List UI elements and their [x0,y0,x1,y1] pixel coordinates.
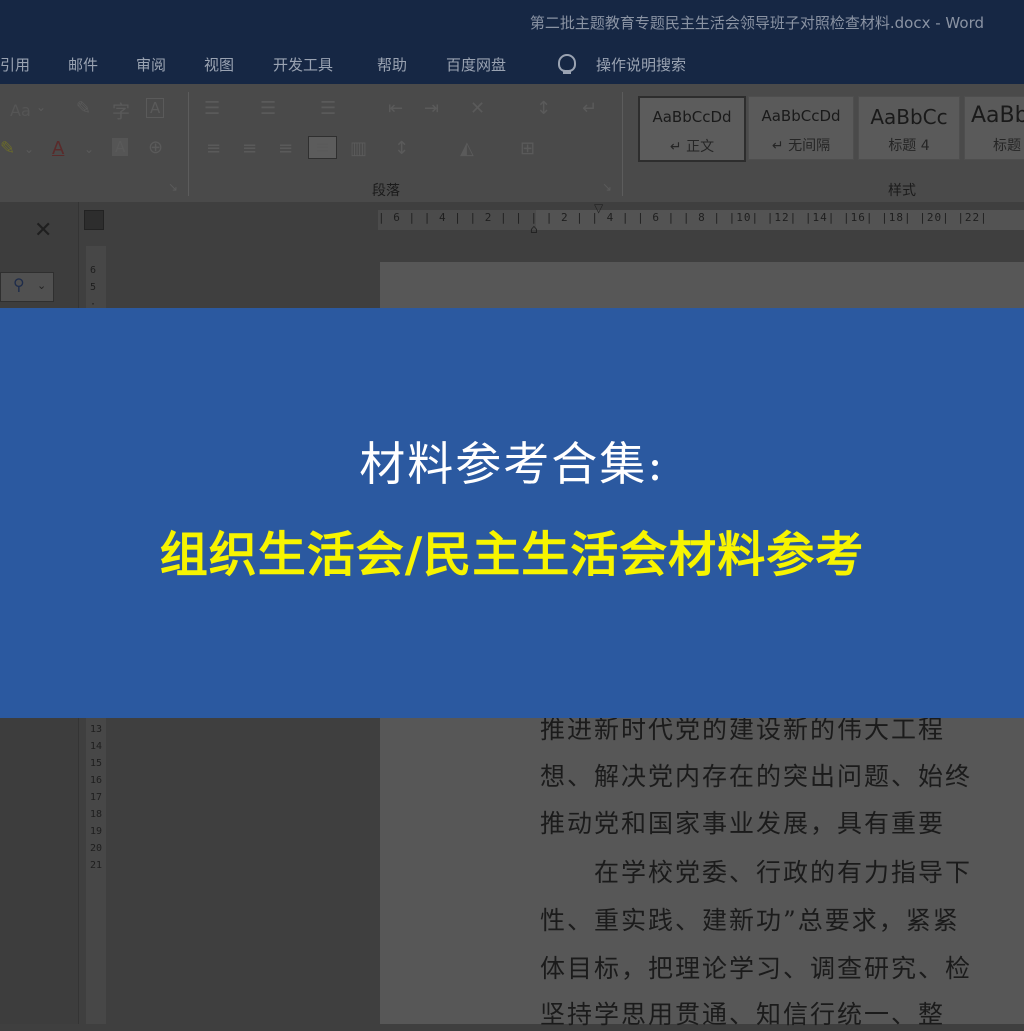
align-center-icon[interactable]: ≡ [242,138,257,159]
vertical-ruler-tick: 14 [90,741,103,752]
numbering-icon[interactable]: ☰ [260,98,276,119]
style-sample: AaBbCcDd [652,108,732,126]
banner-title: 组织生活会/民主生活会材料参考 [159,527,865,583]
vertical-ruler-tick: 13 [90,724,103,735]
document-line: 坚持学思用贯通、知信行统一、整 [540,1000,946,1029]
tell-me-search[interactable]: 操作说明搜索 [596,54,686,75]
ribbon-tab-bar: 引用 邮件 审阅 视图 开发工具 帮助 百度网盘 操作说明搜索 [0,44,1024,84]
phonetic-guide-icon[interactable]: 字 [112,98,130,124]
style-title[interactable]: AaBb 标题 [964,96,1024,160]
tab-references[interactable]: 引用 [0,54,30,75]
vertical-ruler-tick: 17 [90,792,103,803]
vertical-ruler-tick: 20 [90,843,103,854]
clear-format-icon[interactable]: ✎ [76,98,91,119]
style-sample: AaBb [971,103,1024,128]
lightbulb-icon [558,54,576,74]
group-label-paragraph: 段落 [372,183,400,199]
document-line: 推动党和国家事业发展，具有重要 [540,809,946,838]
document-line: 想、解决党内存在的突出问题、始终 [540,762,973,791]
tab-help[interactable]: 帮助 [377,54,407,75]
tab-review[interactable]: 审阅 [136,54,166,75]
chevron-down-icon[interactable]: ⌄ [24,142,34,156]
close-icon[interactable]: ✕ [34,218,52,243]
vertical-ruler-tick: 19 [90,826,103,837]
style-name: 标题 [993,138,1021,154]
document-line: 性、重实践、建新功”总要求，紧紧 [540,906,960,935]
chinese-layout-icon[interactable]: ✕ [470,98,485,119]
tab-selector[interactable] [84,210,104,230]
change-case-button[interactable]: Aa [10,101,31,120]
shading-icon[interactable]: ◭ [460,138,474,159]
title-bar: 第二批主题教育专题民主生活会领导班子对照检查材料.docx - Word [0,0,1024,44]
tab-mailings[interactable]: 邮件 [68,54,98,75]
sort-icon[interactable]: ↕ [536,98,551,119]
character-shading-icon[interactable]: A [112,138,129,156]
ribbon-separator [188,92,189,196]
navigation-search-box[interactable]: ⚲ ⌄ [0,272,54,302]
font-dialog-launcher-icon[interactable]: ↘ [168,180,178,194]
paragraph-dialog-launcher-icon[interactable]: ↘ [602,180,612,194]
document-line: 在学校党委、行政的有力指导下 [540,858,973,887]
window-title: 第二批主题教育专题民主生活会领导班子对照检查材料.docx - Word [529,14,984,32]
multilevel-list-icon[interactable]: ☰ [320,98,336,119]
promo-banner [0,308,1024,718]
chevron-down-icon[interactable]: ⌄ [84,142,94,156]
decrease-indent-icon[interactable]: ⇤ [388,98,403,119]
style-sample: AaBbCcDd [761,107,841,125]
align-left-icon[interactable]: ≡ [206,138,221,159]
enclose-character-icon[interactable]: ⊕ [148,137,163,158]
hanging-indent-marker-icon[interactable]: ⌂ [530,222,538,236]
style-sample: AaBbCc [870,105,948,129]
line-spacing-icon[interactable]: ↕ [394,138,409,159]
tab-baidu-netdisk[interactable]: 百度网盘 [446,54,506,75]
banner-subtitle: 材料参考合集: [359,437,665,491]
font-color-icon[interactable]: A [52,138,64,159]
style-normal[interactable]: AaBbCcDd ↵ 正文 [638,96,746,162]
borders-icon[interactable]: ⊞ [520,138,535,159]
highlight-icon[interactable]: ✎ [0,138,15,159]
vertical-ruler-tick: 16 [90,775,103,786]
align-right-icon[interactable]: ≡ [278,138,293,159]
tab-view[interactable]: 视图 [204,54,234,75]
document-line: 体目标，把理论学习、调查研究、检 [540,954,973,983]
style-name: ↵ 正文 [669,139,715,155]
ribbon-separator [622,92,623,196]
chevron-down-icon[interactable]: ⌄ [36,100,46,114]
ruler-ticks: | 6 | | 4 | | 2 | | | | 2 | | 4 | | 6 | … [378,211,988,224]
justify-icon[interactable]: ≡ [308,136,338,159]
increase-indent-icon[interactable]: ⇥ [424,98,439,119]
show-marks-icon[interactable]: ↵ [582,98,597,119]
search-icon: ⚲ [13,275,25,294]
style-heading-4[interactable]: AaBbCc 标题 4 [858,96,960,160]
style-no-spacing[interactable]: AaBbCcDd ↵ 无间隔 [748,96,854,160]
first-line-indent-marker-icon[interactable]: ▽ [594,201,603,215]
vertical-ruler-tick: 5 [90,282,97,293]
style-name: 标题 4 [888,138,930,154]
chevron-down-icon[interactable]: ⌄ [37,279,46,292]
bullets-icon[interactable]: ☰ [204,98,220,119]
style-name: ↵ 无间隔 [771,138,831,154]
vertical-ruler-tick: 15 [90,758,103,769]
vertical-ruler-tick: 18 [90,809,103,820]
vertical-ruler-tick: 6 [90,265,97,276]
group-label-styles: 样式 [888,183,916,199]
tab-developer[interactable]: 开发工具 [273,54,333,75]
distributed-icon[interactable]: ▥ [350,138,367,159]
vertical-ruler-tick: 21 [90,860,103,871]
character-border-icon[interactable]: A [146,98,165,118]
